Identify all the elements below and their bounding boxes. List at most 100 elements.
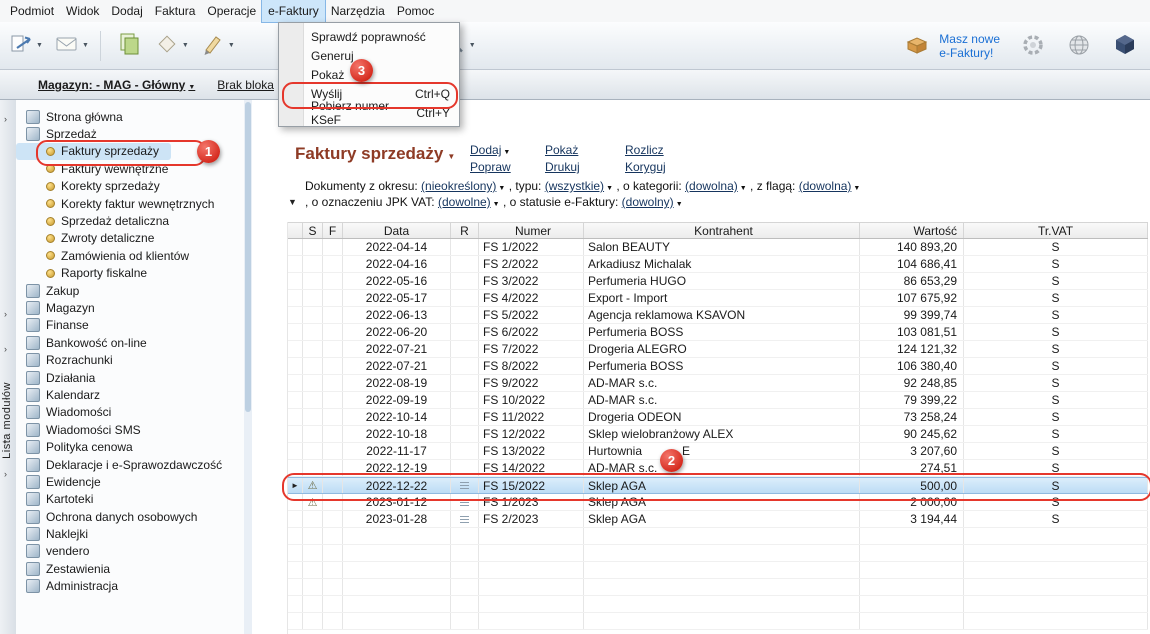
table-row[interactable]: 2023-01-28FS 2/2023Sklep AGA3 194,44S xyxy=(288,511,1148,528)
table-row[interactable]: 2022-05-17FS 4/2022Export - Import107 67… xyxy=(288,290,1148,307)
table-row[interactable]: 2022-07-21FS 8/2022Perfumeria BOSS106 38… xyxy=(288,358,1148,375)
menubar-item-Dodaj[interactable]: Dodaj xyxy=(105,0,148,22)
menubar-item-e-Faktury[interactable]: e-Faktury xyxy=(262,0,325,22)
eraser-button[interactable]: ▼ xyxy=(151,28,192,64)
chevron-right-icon[interactable]: › xyxy=(4,310,7,319)
menubar-item-Podmiot[interactable]: Podmiot xyxy=(4,0,60,22)
sidebar-item-Administracja[interactable]: Administracja xyxy=(16,578,244,595)
menubar-item-Operacje[interactable]: Operacje xyxy=(201,0,262,22)
table-row[interactable]: 2022-06-20FS 6/2022Perfumeria BOSS103 08… xyxy=(288,324,1148,341)
column-header-Data[interactable]: Data xyxy=(343,223,451,238)
sidebar-item-Ochrona danych osobowych[interactable]: Ochrona danych osobowych xyxy=(16,508,244,525)
efaktury-menu: Sprawdź poprawnośćGenerujPokażWyślijCtrl… xyxy=(278,22,460,127)
globe-icon[interactable] xyxy=(1066,32,1092,61)
mail-button[interactable]: ▼ xyxy=(51,28,92,64)
chevron-right-icon[interactable]: › xyxy=(4,345,7,354)
column-header-Wartość[interactable]: Wartość xyxy=(860,223,964,238)
table-row[interactable]: ⚠2023-01-12FS 1/2023Sklep AGA2 000,00S xyxy=(288,494,1148,511)
filter-link-(wszystkie)[interactable]: (wszystkie)▼ xyxy=(545,179,613,193)
table-row[interactable]: 2022-08-19FS 9/2022AD-MAR s.c.92 248,85S xyxy=(288,375,1148,392)
filter-link-(dowolny)[interactable]: (dowolny)▼ xyxy=(622,195,683,209)
column-header-Tr.VAT[interactable]: Tr.VAT xyxy=(964,223,1148,238)
page-title[interactable]: Faktury sprzedaży▼ xyxy=(295,144,455,164)
sidebar-item-vendero[interactable]: vendero xyxy=(16,543,244,560)
table-row[interactable]: 2022-10-14FS 11/2022Drogeria ODEON73 258… xyxy=(288,409,1148,426)
sidebar-item-Kalendarz[interactable]: Kalendarz xyxy=(16,386,244,403)
sidebar-item-Zamówienia od klientów[interactable]: Zamówienia od klientów xyxy=(16,247,244,264)
action-Dodaj[interactable]: Dodaj▼ xyxy=(470,143,510,157)
filter-link-(dowolna)[interactable]: (dowolna)▼ xyxy=(685,179,747,193)
table-row[interactable]: 2022-07-21FS 7/2022Drogeria ALEGRO124 12… xyxy=(288,341,1148,358)
column-header-R[interactable]: R xyxy=(451,223,479,238)
sidebar-item-Wiadomości[interactable]: Wiadomości xyxy=(16,404,244,421)
sidebar-item-Magazyn[interactable]: Magazyn xyxy=(16,299,244,316)
brak-blokad-link[interactable]: Brak bloka xyxy=(217,78,274,92)
menu-item-Sprawdź poprawność[interactable]: Sprawdź poprawność xyxy=(280,27,458,46)
column-header-S[interactable]: S xyxy=(303,223,323,238)
menubar-item-Narzędzia[interactable]: Narzędzia xyxy=(325,0,391,22)
table-row[interactable]: 2022-04-16FS 2/2022Arkadiusz Michalak104… xyxy=(288,256,1148,273)
menubar-item-Pomoc[interactable]: Pomoc xyxy=(391,0,440,22)
action-Pokaż[interactable]: Pokaż xyxy=(545,143,578,157)
filter-funnel-icon[interactable]: ▼ xyxy=(288,197,297,207)
action-Koryguj[interactable]: Koryguj xyxy=(625,160,666,174)
sidebar-item-Działania[interactable]: Działania xyxy=(16,369,244,386)
menubar-item-Faktura[interactable]: Faktura xyxy=(149,0,202,22)
table-row[interactable]: ►⚠2022-12-22FS 15/2022Sklep AGA500,00S xyxy=(288,477,1148,494)
sidebar-item-Rozrachunki[interactable]: Rozrachunki xyxy=(16,351,244,368)
sidebar-item-Finanse[interactable]: Finanse xyxy=(16,317,244,334)
settings-gear-icon[interactable] xyxy=(1020,32,1046,61)
cell-wart: 500,00 xyxy=(860,478,964,493)
sidebar-item-Zakup[interactable]: Zakup xyxy=(16,282,244,299)
magazyn-selector[interactable]: Magazyn: - MAG - Główny▼ xyxy=(38,78,195,92)
edit-button[interactable]: ▼ xyxy=(197,28,238,64)
sidebar-item-Deklaracje i e-Sprawozdawczość[interactable]: Deklaracje i e-Sprawozdawczość xyxy=(16,456,244,473)
sidebar-item-Sprzedaż detaliczna[interactable]: Sprzedaż detaliczna xyxy=(16,212,244,229)
sidebar-item-Zestawienia[interactable]: Zestawienia xyxy=(16,560,244,577)
action-Drukuj[interactable]: Drukuj xyxy=(545,160,580,174)
menu-item-Pobierz numer KSeF[interactable]: Pobierz numer KSeFCtrl+Y xyxy=(280,103,458,122)
sidebar-item-Naklejki[interactable]: Naklejki xyxy=(16,525,244,542)
cell-data: 2022-07-21 xyxy=(343,358,451,374)
action-Popraw[interactable]: Popraw xyxy=(470,160,511,174)
documents-button[interactable] xyxy=(114,28,146,64)
table-row[interactable]: 2022-10-18FS 12/2022Sklep wielobranżowy … xyxy=(288,426,1148,443)
table-row[interactable]: 2022-12-19FS 14/2022AD-MAR s.c.274,51S xyxy=(288,460,1148,477)
filter-link-(dowolna)[interactable]: (dowolna)▼ xyxy=(799,179,861,193)
sidebar-item-Raporty fiskalne[interactable]: Raporty fiskalne xyxy=(16,265,244,282)
table-row[interactable]: 2022-04-14FS 1/2022Salon BEAUTY140 893,2… xyxy=(288,239,1148,256)
action-Rozlicz[interactable]: Rozlicz xyxy=(625,143,664,157)
sidebar-item-Wiadomości SMS[interactable]: Wiadomości SMS xyxy=(16,421,244,438)
send-document-button[interactable]: ▼ xyxy=(5,28,46,64)
column-header-Kontrahent[interactable]: Kontrahent xyxy=(584,223,860,238)
sidebar-item-Ewidencje[interactable]: Ewidencje xyxy=(16,473,244,490)
chevron-right-icon[interactable]: › xyxy=(4,470,7,479)
sidebar-item-Strona główna[interactable]: Strona główna xyxy=(16,108,244,125)
cell-kontr: AD-MAR s.c. xyxy=(584,460,860,476)
table-row[interactable]: 2022-05-16FS 3/2022Perfumeria HUGO86 653… xyxy=(288,273,1148,290)
cube-icon[interactable] xyxy=(1112,32,1138,61)
scrollbar-thumb[interactable] xyxy=(245,102,251,412)
bullet-icon xyxy=(46,199,55,208)
filter-link-(dowolne)[interactable]: (dowolne)▼ xyxy=(438,195,500,209)
sidebar-item-Korekty faktur wewnętrznych[interactable]: Korekty faktur wewnętrznych xyxy=(16,195,244,212)
chevron-right-icon[interactable]: › xyxy=(4,115,7,124)
sidebar-item-Korekty sprzedaży[interactable]: Korekty sprzedaży xyxy=(16,178,244,195)
sidebar-item-Zwroty detaliczne[interactable]: Zwroty detaliczne xyxy=(16,230,244,247)
sidebar-item-Polityka cenowa[interactable]: Polityka cenowa xyxy=(16,438,244,455)
sidebar-item-Faktury sprzedaży[interactable]: Faktury sprzedaży xyxy=(16,143,171,160)
column-header-F[interactable]: F xyxy=(323,223,343,238)
sidebar-item-Kartoteki[interactable]: Kartoteki xyxy=(16,491,244,508)
column-header-indicator[interactable] xyxy=(288,223,303,238)
table-row[interactable]: 2022-09-19FS 10/2022AD-MAR s.c.79 399,22… xyxy=(288,392,1148,409)
cell-s xyxy=(303,358,323,374)
sidebar-item-Bankowość on-line[interactable]: Bankowość on-line xyxy=(16,334,244,351)
table-row[interactable]: 2022-11-17FS 13/2022HurtowniaE3 207,60S xyxy=(288,443,1148,460)
sidebar-scrollbar[interactable] xyxy=(244,100,252,634)
cell-wart xyxy=(860,596,964,612)
table-row[interactable]: 2022-06-13FS 5/2022Agencja reklamowa KSA… xyxy=(288,307,1148,324)
column-header-Numer[interactable]: Numer xyxy=(479,223,584,238)
filter-link-(nieokreślony)[interactable]: (nieokreślony)▼ xyxy=(421,179,505,193)
efaktury-notification[interactable]: Masz nowe e-Faktury! xyxy=(903,32,1000,61)
menubar-item-Widok[interactable]: Widok xyxy=(60,0,105,22)
